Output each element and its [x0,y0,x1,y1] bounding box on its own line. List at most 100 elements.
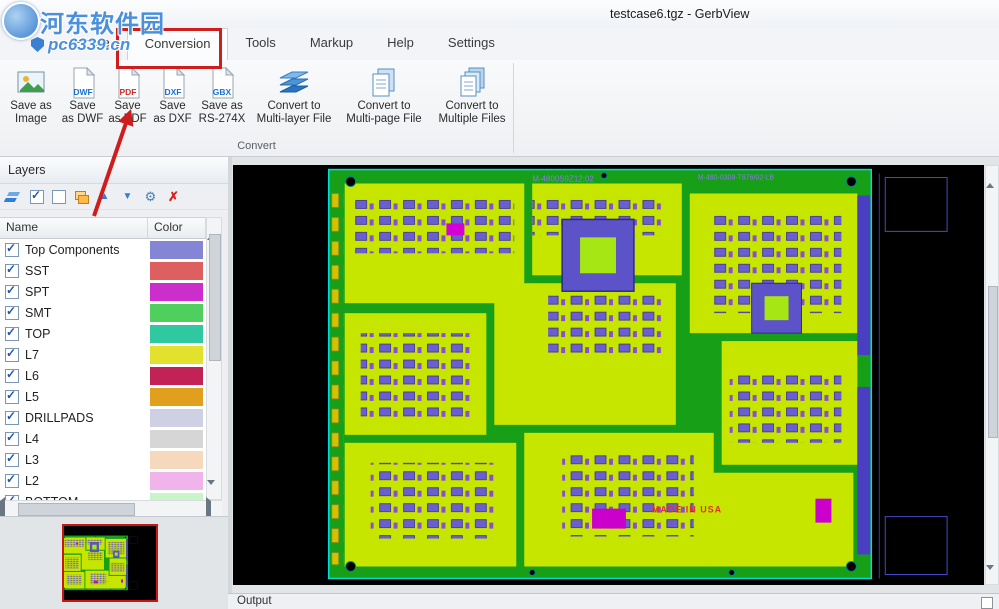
ribbon-button-save-as-rs-274x[interactable]: GBX Save as RS-274X [195,60,249,137]
viewer-vertical-scrollbar[interactable] [985,165,999,585]
ribbon-button-save-as-dwf[interactable]: DWF Save as DWF [60,60,105,137]
tab-help[interactable]: Help [370,28,431,60]
layer-color-swatch[interactable] [150,325,203,343]
layer-row-smt[interactable]: SMT [0,302,206,323]
ribbon-button-label-line1: Save [159,100,185,113]
column-header-name[interactable]: Name [0,218,148,238]
tab-conversion[interactable]: Conversion [127,28,229,60]
move-down-icon[interactable]: ▼ [120,190,135,204]
ribbon-button-icon [368,65,400,100]
ribbon-button-label-line2: as DWF [62,113,104,126]
ribbon-button-label-line2: Multi-layer File [257,113,332,126]
ribbon-button-save-as-image[interactable]: Save as Image [2,60,60,137]
layer-color-swatch[interactable] [150,472,203,490]
layer-visibility-checkbox[interactable] [5,264,19,278]
ribbon-button-convert-to-multi-layer-file[interactable]: Convert to Multi-layer File [249,60,339,137]
merge-layers-icon[interactable] [74,190,89,204]
layers-toolbar: ✓ ▲ ▼ ⚙ ✗ [0,184,228,210]
layer-visibility-checkbox[interactable] [5,327,19,341]
svg-text:PDF: PDF [119,87,136,97]
tab-home[interactable]: Home [58,28,127,60]
layers-vertical-scrollbar[interactable] [206,217,222,500]
layer-stack-icon[interactable] [7,190,22,204]
ribbon-button-icon [276,65,312,100]
tab-settings[interactable]: Settings [431,28,512,60]
layer-visibility-checkbox[interactable] [5,390,19,404]
output-panel-header[interactable]: Output [228,593,999,609]
output-panel-pin-icon[interactable] [981,597,993,609]
layer-color-swatch[interactable] [150,409,203,427]
move-up-icon[interactable]: ▲ [97,190,112,204]
check-all-icon[interactable]: ✓ [30,190,44,204]
ribbon-button-group: Save as Image DWF Save as DWF PDF Save a… [0,60,999,137]
layer-visibility-checkbox[interactable] [5,432,19,446]
scroll-up-icon[interactable] [986,166,994,188]
overview-thumbnail-image [64,526,156,600]
layer-row-l6[interactable]: L6 [0,365,206,386]
remove-layer-icon[interactable]: ✗ [166,190,181,204]
layers-panel: Layers ✓ ▲ ▼ ⚙ ✗ Name Color Top Componen… [0,157,228,609]
layers-table: Name Color Top Components SST SPT [0,217,222,501]
layer-row-top[interactable]: TOP [0,323,206,344]
layer-name: L6 [25,369,39,383]
layer-row-l4[interactable]: L4 [0,428,206,449]
layer-color-swatch[interactable] [150,283,203,301]
layer-visibility-checkbox[interactable] [5,285,19,299]
uncheck-all-icon[interactable] [52,190,66,204]
layer-row-drillpads[interactable]: DRILLPADS [0,407,206,428]
layer-visibility-checkbox[interactable] [5,243,19,257]
ribbon-group-separator [513,63,514,153]
layer-row-l2[interactable]: L2 [0,470,206,491]
layer-row-sst[interactable]: SST [0,260,206,281]
ribbon-button-icon [456,65,488,100]
layer-name: L3 [25,453,39,467]
pcb-viewport[interactable] [233,165,984,585]
layers-horizontal-scrollbar[interactable] [0,500,222,516]
layer-color-swatch[interactable] [150,367,203,385]
ribbon-button-label-line2: Image [15,113,47,126]
scrollbar-thumb[interactable] [209,234,221,361]
overview-thumbnail[interactable] [62,524,158,602]
layer-visibility-checkbox[interactable] [5,306,19,320]
tab-tools[interactable]: Tools [228,28,292,60]
scroll-down-icon[interactable] [986,565,994,587]
scrollbar-thumb[interactable] [18,503,135,516]
layer-name: SMT [25,306,51,320]
layer-color-swatch[interactable] [150,451,203,469]
ribbon-button-icon [15,65,47,100]
layer-row-l5[interactable]: L5 [0,386,206,407]
ribbon-button-icon: PDF [114,65,142,100]
layer-visibility-checkbox[interactable] [5,474,19,488]
ribbon-button-convert-to-multi-page-file[interactable]: Convert to Multi-page File [339,60,429,137]
layer-row-l7[interactable]: L7 [0,344,206,365]
layer-visibility-checkbox[interactable] [5,453,19,467]
layers-panel-title: Layers [0,157,228,184]
title-bar: testcase6.tgz - GerbView [0,0,999,28]
ribbon-button-icon: DWF [69,65,97,100]
layer-row-top-components[interactable]: Top Components [0,239,206,260]
layer-visibility-checkbox[interactable] [5,411,19,425]
ribbon-button-save-as-dxf[interactable]: DXF Save as DXF [150,60,195,137]
layer-visibility-checkbox[interactable] [5,369,19,383]
layer-color-swatch[interactable] [150,430,203,448]
layer-color-swatch[interactable] [150,241,203,259]
layer-visibility-checkbox[interactable] [5,348,19,362]
layer-color-swatch[interactable] [150,388,203,406]
layer-row-l3[interactable]: L3 [0,449,206,470]
ribbon-button-label-line1: Save [114,100,140,113]
layer-color-swatch[interactable] [150,262,203,280]
layer-name: L2 [25,474,39,488]
scrollbar-thumb[interactable] [988,286,998,438]
layer-name: SPT [25,285,49,299]
column-header-color[interactable]: Color [148,218,206,238]
layers-table-header: Name Color [0,217,222,239]
ribbon-button-save-as-pdf[interactable]: PDF Save as PDF [105,60,150,137]
ribbon-button-icon: GBX [208,65,236,100]
layer-settings-icon[interactable]: ⚙ [143,190,158,204]
tab-markup[interactable]: Markup [293,28,370,60]
layer-row-spt[interactable]: SPT [0,281,206,302]
layer-color-swatch[interactable] [150,346,203,364]
layer-color-swatch[interactable] [150,304,203,322]
panel-splitter[interactable] [228,157,232,593]
ribbon-button-convert-to-multiple-files[interactable]: Convert to Multiple Files [429,60,515,137]
